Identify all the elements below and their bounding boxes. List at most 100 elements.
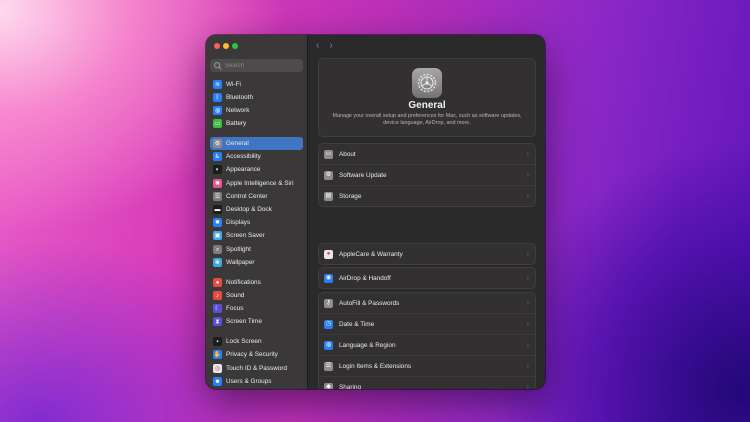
search-input[interactable] bbox=[223, 62, 301, 69]
chevron-right-icon: › bbox=[526, 171, 529, 179]
settings-row-label: Login Items & Extensions bbox=[339, 362, 412, 370]
appearance-icon: ◐ bbox=[213, 165, 222, 174]
settings-group-4: ⚷ AutoFill & Passwords › ◷ Date & Time › ◍ Lang… bbox=[318, 292, 536, 389]
sidebar-item-label: Bluetooth bbox=[226, 94, 254, 101]
sidebar-item-bluetooth[interactable]: ᛒ Bluetooth bbox=[210, 91, 303, 104]
settings-row-airdrop-handoff[interactable]: ◉ AirDrop & Handoff › bbox=[319, 268, 535, 288]
sidebar-item-users-groups[interactable]: ☻ Users & Groups bbox=[210, 375, 303, 388]
sidebar-item-apple-intelligence-siri[interactable]: ✺ Apple Intelligence & Siri bbox=[210, 177, 303, 190]
settings-row-label: Storage bbox=[339, 192, 362, 200]
settings-row-label: Date & Time bbox=[339, 320, 375, 328]
sidebar-item-label: Notifications bbox=[226, 279, 261, 286]
sidebar-item-label: Privacy & Security bbox=[226, 351, 278, 358]
system-settings-window: ≋ Wi-Fi ᛒ Bluetooth ◍ Network ▭ Battery ⚙ General… bbox=[206, 35, 545, 389]
sidebar-item-touch-id-password[interactable]: ◎ Touch ID & Password bbox=[210, 362, 303, 375]
settings-row-applecare-warranty[interactable]: ● AppleCare & Warranty › bbox=[319, 244, 535, 264]
settings-row-label: AppleCare & Warranty bbox=[339, 250, 403, 258]
settings-row-about[interactable]: ▭ About › bbox=[319, 144, 535, 164]
settings-group-1: ▭ About › ⚙ Software Update › ▤ Storage › bbox=[318, 143, 536, 207]
displays-icon: ✹ bbox=[213, 218, 222, 227]
globe-icon: ◍ bbox=[213, 106, 222, 115]
sidebar-item-sound[interactable]: ♪ Sound bbox=[210, 289, 303, 302]
settings-group-2: ● AppleCare & Warranty › bbox=[318, 243, 536, 265]
page-description: Manage your overall setup and preference… bbox=[332, 113, 522, 126]
sidebar-item-label: General bbox=[226, 140, 249, 147]
sidebar-item-label: Focus bbox=[226, 305, 244, 312]
settings-row-storage[interactable]: ▤ Storage › bbox=[319, 185, 535, 206]
zoom-button[interactable] bbox=[232, 43, 238, 49]
sidebar-item-displays[interactable]: ✹ Displays bbox=[210, 216, 303, 229]
settings-row-label: Software Update bbox=[339, 171, 387, 179]
content-pane: ‹ › General Manage your overall setup an… bbox=[308, 35, 545, 389]
search-icon bbox=[214, 61, 222, 70]
spotlight-icon: ⌕ bbox=[213, 245, 222, 254]
page-title: General bbox=[408, 100, 446, 111]
settings-row-autofill-passwords[interactable]: ⚷ AutoFill & Passwords › bbox=[319, 293, 535, 313]
accessibility-icon: ♿ bbox=[213, 152, 222, 161]
battery-icon: ▭ bbox=[213, 119, 222, 128]
sidebar-item-label: Lock Screen bbox=[226, 338, 262, 345]
gear-icon: ⚙ bbox=[213, 139, 222, 148]
sidebar-item-label: Spotlight bbox=[226, 246, 251, 253]
sidebar-item-spotlight[interactable]: ⌕ Spotlight bbox=[210, 243, 303, 256]
settings-row-label: Language & Region bbox=[339, 341, 396, 349]
sidebar-item-appearance[interactable]: ◐ Appearance bbox=[210, 163, 303, 176]
navigation-buttons: ‹ › bbox=[316, 41, 333, 51]
sidebar-item-label: Network bbox=[226, 107, 250, 114]
notifications-icon: ● bbox=[213, 278, 222, 287]
settings-row-date-time[interactable]: ◷ Date & Time › bbox=[319, 313, 535, 334]
sidebar-item-label: Screen Saver bbox=[226, 232, 265, 239]
sidebar-item-accessibility[interactable]: ♿ Accessibility bbox=[210, 150, 303, 163]
about-icon: ▭ bbox=[324, 149, 333, 159]
sound-icon: ♪ bbox=[213, 291, 222, 300]
privacy-hand-icon: ✋ bbox=[213, 350, 222, 359]
sidebar-item-network[interactable]: ◍ Network bbox=[210, 104, 303, 117]
settings-row-label: About bbox=[339, 150, 356, 158]
sidebar-item-screen-time[interactable]: ⧗ Screen Time bbox=[210, 315, 303, 328]
chevron-right-icon: › bbox=[526, 383, 529, 390]
settings-row-language-region[interactable]: ◍ Language & Region › bbox=[319, 334, 535, 355]
sidebar-item-label: Touch ID & Password bbox=[226, 365, 288, 372]
screen-time-icon: ⧗ bbox=[213, 317, 222, 326]
fingerprint-icon: ◎ bbox=[213, 364, 222, 373]
settings-row-software-update[interactable]: ⚙ Software Update › bbox=[319, 164, 535, 185]
back-arrow-icon[interactable]: ‹ bbox=[316, 41, 319, 51]
dock-icon: ▬ bbox=[213, 205, 222, 214]
sidebar-item-wi-fi[interactable]: ≋ Wi-Fi bbox=[210, 78, 303, 91]
search-field[interactable] bbox=[210, 59, 303, 72]
chevron-right-icon: › bbox=[526, 150, 529, 158]
sidebar-item-focus[interactable]: ☾ Focus bbox=[210, 302, 303, 315]
forward-arrow-icon[interactable]: › bbox=[329, 41, 332, 51]
chevron-right-icon: › bbox=[526, 274, 529, 282]
sidebar-item-control-center[interactable]: ☰ Control Center bbox=[210, 190, 303, 203]
chevron-right-icon: › bbox=[526, 341, 529, 349]
sidebar-item-label: Displays bbox=[226, 219, 251, 226]
wifi-icon: ≋ bbox=[213, 80, 222, 89]
applecare-icon: ● bbox=[324, 249, 333, 259]
sidebar-item-label: Apple Intelligence & Siri bbox=[226, 180, 294, 187]
sidebar-item-privacy-security[interactable]: ✋ Privacy & Security bbox=[210, 348, 303, 361]
users-icon: ☻ bbox=[213, 377, 222, 386]
sidebar-item-wallpaper[interactable]: ❀ Wallpaper bbox=[210, 256, 303, 269]
chevron-right-icon: › bbox=[526, 250, 529, 258]
settings-row-login-items-extensions[interactable]: ☰ Login Items & Extensions › bbox=[319, 355, 535, 376]
sidebar-item-label: Battery bbox=[226, 120, 247, 127]
settings-group-3: ◉ AirDrop & Handoff › bbox=[318, 267, 536, 289]
sidebar-item-lock-screen[interactable]: ▪ Lock Screen bbox=[210, 335, 303, 348]
settings-row-label: Sharing bbox=[339, 383, 362, 390]
sidebar-item-notifications[interactable]: ● Notifications bbox=[210, 276, 303, 289]
lock-screen-icon: ▪ bbox=[213, 337, 222, 346]
close-button[interactable] bbox=[214, 43, 220, 49]
sidebar-item-general[interactable]: ⚙ General bbox=[210, 137, 303, 150]
siri-icon: ✺ bbox=[213, 179, 222, 188]
settings-row-label: AutoFill & Passwords bbox=[339, 299, 400, 307]
control-center-icon: ☰ bbox=[213, 192, 222, 201]
sidebar-item-battery[interactable]: ▭ Battery bbox=[210, 117, 303, 130]
sidebar-item-desktop-dock[interactable]: ▬ Desktop & Dock bbox=[210, 203, 303, 216]
chevron-right-icon: › bbox=[526, 362, 529, 370]
settings-row-sharing[interactable]: ◆ Sharing › bbox=[319, 376, 535, 389]
sharing-icon: ◆ bbox=[324, 382, 333, 389]
sidebar-item-screen-saver[interactable]: ▣ Screen Saver bbox=[210, 229, 303, 242]
minimize-button[interactable] bbox=[223, 43, 229, 49]
language-globe-icon: ◍ bbox=[324, 340, 333, 350]
